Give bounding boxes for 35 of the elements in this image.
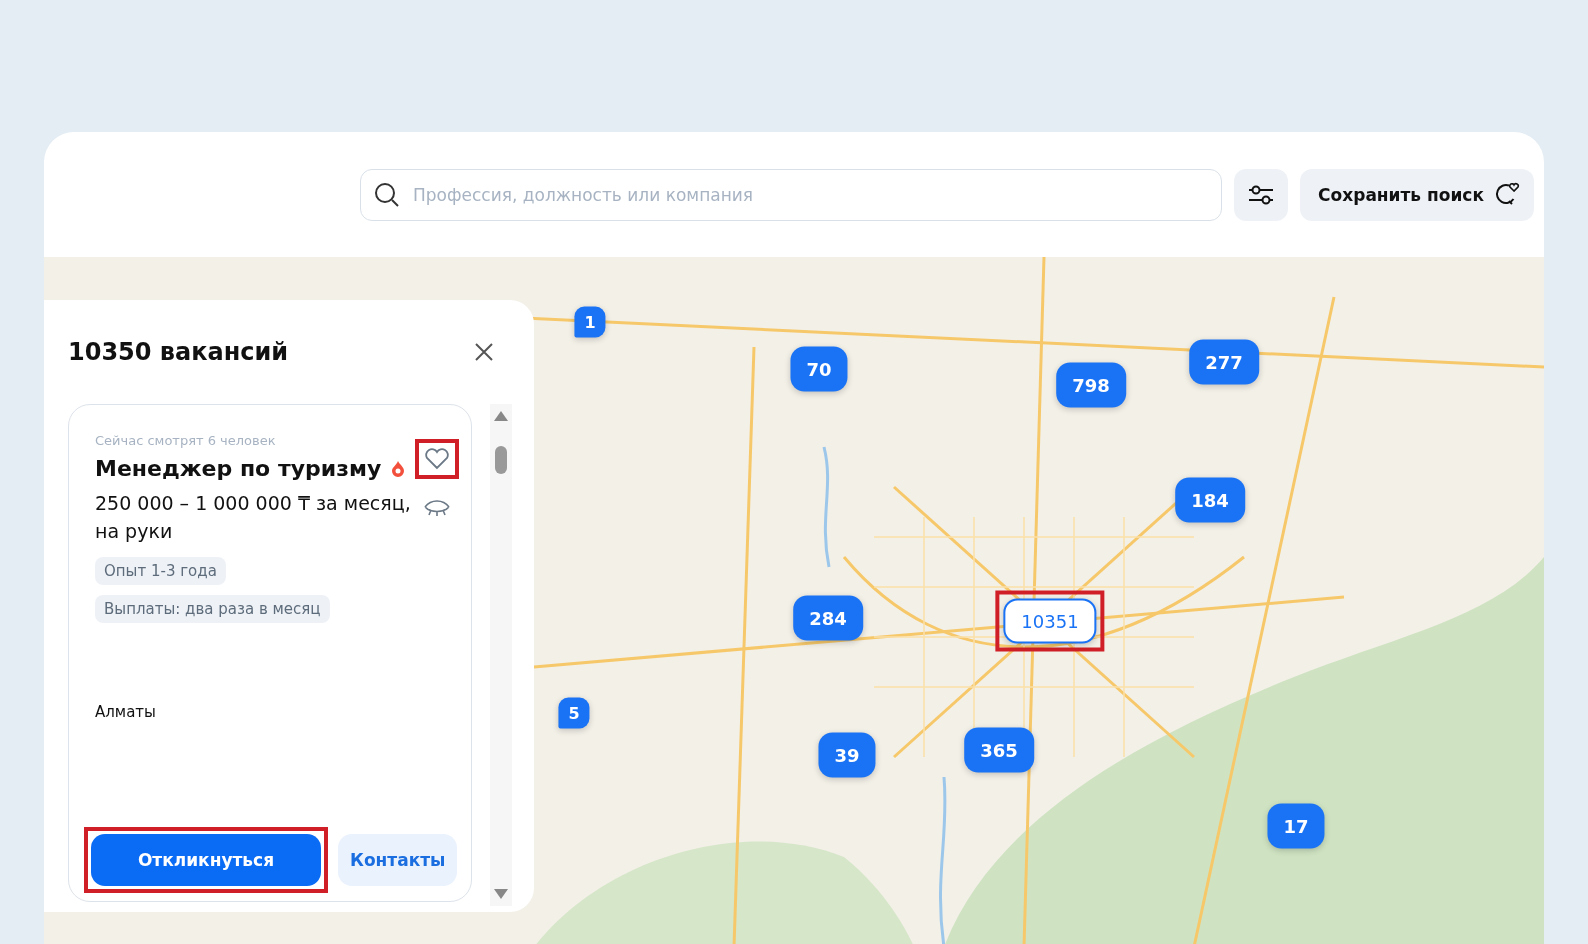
map-pin[interactable]: 5	[558, 697, 590, 729]
scrollbar-thumb[interactable]	[495, 446, 507, 474]
cluster-marker[interactable]: 184	[1175, 477, 1245, 523]
cluster-marker[interactable]: 10351	[1003, 598, 1097, 644]
contacts-button[interactable]: Контакты	[338, 834, 458, 886]
map-pin[interactable]: 1	[574, 306, 606, 338]
viewers-count: Сейчас смотрят 6 человек	[95, 433, 277, 448]
heart-icon	[424, 448, 450, 470]
panel-title: 10350 вакансий	[68, 338, 289, 366]
vacancy-title[interactable]: Менеджер по туризму	[95, 456, 382, 481]
apply-button[interactable]: Откликнуться	[91, 834, 321, 886]
city: Алматы	[95, 703, 157, 721]
cluster-marker[interactable]: 365	[964, 727, 1034, 773]
closed-eye-icon	[423, 497, 451, 517]
cluster-marker[interactable]: 70	[790, 346, 848, 392]
salary: 250 000 – 1 000 000 ₸ за месяц, на руки	[95, 491, 412, 544]
tag: Опыт 1-3 года	[95, 557, 226, 585]
search-field[interactable]: Профессия, должность или компания	[360, 168, 1223, 221]
search-icon	[374, 181, 400, 208]
cluster-marker[interactable]: 798	[1056, 362, 1126, 408]
vacancy-card[interactable]: Сейчас смотрят 6 человек Менеджер по туризму 250 000 – 1 000 000 ₸ за месяц, на руки Опыт 1-3 года Выплаты: два раза в месяц Алматы Откликнуться Контакты	[68, 404, 472, 902]
close-icon	[474, 342, 494, 362]
cluster-marker[interactable]: 17	[1267, 803, 1325, 849]
save-search-button[interactable]: Сохранить поиск	[1300, 168, 1534, 221]
cluster-marker[interactable]: 277	[1189, 339, 1259, 385]
cluster-marker[interactable]: 284	[793, 595, 863, 641]
hide-button[interactable]	[423, 497, 451, 517]
scroll-up-icon[interactable]	[493, 410, 509, 422]
favorite-button[interactable]	[422, 446, 452, 472]
sliders-icon	[1248, 183, 1275, 206]
filter-button[interactable]	[1234, 168, 1289, 221]
scroll-down-icon[interactable]	[493, 888, 509, 900]
tag: Выплаты: два раза в месяц	[95, 595, 330, 623]
cluster-marker[interactable]: 39	[818, 732, 876, 778]
close-button[interactable]	[474, 342, 494, 362]
